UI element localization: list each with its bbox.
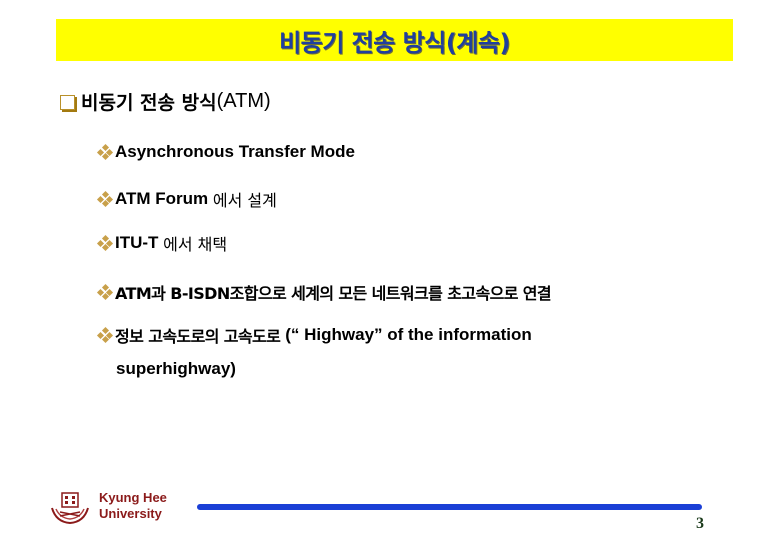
bullet-text-korean: 에서 설계	[212, 191, 277, 210]
bullet-text: Asynchronous Transfer Mode	[115, 142, 355, 161]
bullet-text: ATM Forum	[115, 189, 213, 208]
university-line-2: University	[99, 506, 162, 521]
bullet-item: Asynchronous Transfer Mode	[96, 142, 355, 162]
bullet-item: ATM Forum 에서 설계	[96, 187, 277, 211]
diamond-bullet-icon	[96, 234, 114, 252]
bullet-text-korean: 에서 채택	[163, 235, 228, 254]
title-bar: 비동기 전송 방식(계속)	[56, 19, 733, 61]
bullet-text: ATM과 B-ISDN조합으로 세계의 모든 네트워크를 초고속으로 연결	[115, 284, 552, 303]
bullet-text-korean: 정보 고속도로의 고속도로	[115, 327, 286, 346]
diamond-bullet-icon	[96, 326, 114, 344]
page-number: 3	[696, 515, 704, 532]
bullet-text: (“ Highway” of the information	[285, 325, 532, 344]
diamond-bullet-icon	[96, 143, 114, 161]
diamond-bullet-icon	[96, 190, 114, 208]
bullet-continuation: superhighway)	[116, 359, 236, 378]
university-line-1: Kyung Hee	[99, 490, 167, 505]
bullet-text: ITU-T	[115, 233, 164, 252]
diamond-bullet-icon	[96, 283, 114, 301]
square-bullet-icon	[60, 95, 75, 110]
footer-divider	[197, 504, 702, 510]
heading-korean: 비동기 전송 방식	[81, 92, 217, 114]
university-name: Kyung Hee University	[99, 490, 167, 522]
bullet-item: ATM과 B-ISDN조합으로 세계의 모든 네트워크를 초고속으로 연결	[96, 280, 552, 304]
bullet-item: 정보 고속도로의 고속도로 (“ Highway” of the informa…	[96, 323, 532, 347]
main-heading: 비동기 전송 방식 (ATM)	[60, 88, 271, 115]
bullet-item: ITU-T 에서 채택	[96, 231, 228, 255]
heading-english: (ATM)	[216, 90, 271, 112]
kyung-hee-crest-icon	[51, 492, 89, 525]
slide-title: 비동기 전송 방식(계속)	[279, 28, 510, 57]
